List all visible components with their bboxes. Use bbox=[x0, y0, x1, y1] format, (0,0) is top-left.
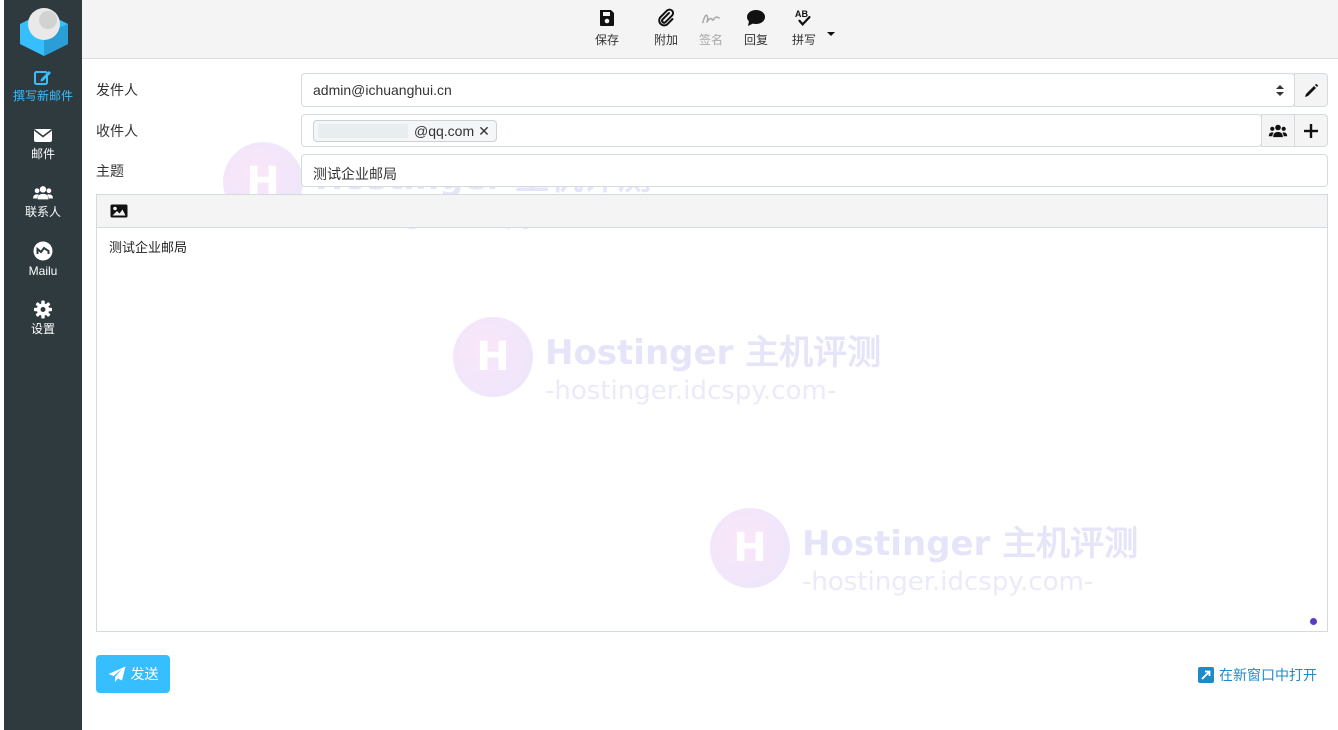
open-new-window-link[interactable]: 在新窗口中打开 bbox=[1198, 665, 1317, 685]
caret-down-icon bbox=[827, 32, 835, 36]
nav-mailu[interactable]: Mailu bbox=[4, 241, 82, 279]
remove-recipient-icon[interactable]: ✕ bbox=[478, 123, 490, 140]
nav-contacts-label: 联系人 bbox=[24, 205, 61, 219]
image-icon bbox=[110, 204, 128, 218]
spellcheck-dropdown-toggle[interactable] bbox=[826, 25, 836, 40]
speech-bubble-icon bbox=[747, 10, 765, 26]
app-logo[interactable] bbox=[18, 4, 70, 56]
recipient-chip: @qq.com ✕ bbox=[313, 120, 497, 142]
to-input[interactable]: @qq.com ✕ bbox=[301, 114, 1262, 147]
spellcheck-label: 拼写 bbox=[791, 33, 816, 47]
spellcheck-button[interactable]: AB 拼写 bbox=[790, 8, 818, 48]
edit-identity-button[interactable] bbox=[1294, 73, 1328, 107]
nav-contacts[interactable]: 联系人 bbox=[4, 184, 82, 220]
nav-settings-label: 设置 bbox=[30, 322, 55, 336]
from-value: admin@ichuanghui.cn bbox=[313, 82, 452, 98]
nav-mailu-label: Mailu bbox=[28, 264, 58, 278]
sidebar: 撰写新邮件 邮件 联系人 Mailu 设置 bbox=[4, 0, 82, 730]
reply-label: 回复 bbox=[743, 33, 768, 47]
resize-indicator bbox=[1310, 618, 1317, 625]
send-label: 发送 bbox=[130, 666, 159, 682]
from-select[interactable]: admin@ichuanghui.cn bbox=[301, 73, 1295, 107]
save-button[interactable]: 保存 bbox=[594, 8, 620, 48]
subject-label: 主题 bbox=[96, 163, 124, 179]
contacts-icon bbox=[1268, 124, 1288, 137]
svg-text:AB: AB bbox=[795, 9, 809, 19]
contacts-icon bbox=[33, 186, 53, 200]
insert-image-button[interactable] bbox=[110, 204, 128, 221]
message-body: 测试企业邮局 bbox=[109, 240, 188, 255]
plus-icon bbox=[1304, 123, 1318, 138]
paper-plane-icon bbox=[108, 666, 125, 682]
signature-icon bbox=[702, 14, 720, 24]
spellcheck-icon: AB bbox=[795, 9, 811, 26]
external-link-icon bbox=[1198, 667, 1214, 683]
nav-mail-label: 邮件 bbox=[30, 147, 55, 161]
save-label: 保存 bbox=[594, 33, 619, 47]
signature-label: 签名 bbox=[698, 33, 723, 47]
nav-mail[interactable]: 邮件 bbox=[4, 126, 82, 162]
save-icon bbox=[600, 10, 614, 26]
reply-button[interactable]: 回复 bbox=[742, 8, 770, 48]
editor-toolbar bbox=[97, 195, 1327, 228]
subject-value: 测试企业邮局 bbox=[313, 166, 397, 182]
pencil-icon bbox=[1304, 83, 1318, 97]
gear-icon bbox=[33, 300, 53, 319]
to-label: 收件人 bbox=[96, 123, 138, 139]
open-new-window-label: 在新窗口中打开 bbox=[1219, 667, 1317, 683]
nav-compose-label: 撰写新邮件 bbox=[12, 89, 73, 103]
paperclip-icon bbox=[658, 8, 675, 27]
attach-button[interactable]: 附加 bbox=[652, 8, 680, 48]
message-editor[interactable]: 测试企业邮局 bbox=[96, 194, 1328, 632]
send-button[interactable]: 发送 bbox=[96, 655, 170, 693]
mailu-icon bbox=[33, 241, 53, 261]
envelope-icon bbox=[34, 129, 52, 142]
compose-icon bbox=[34, 71, 51, 85]
signature-button[interactable]: 签名 bbox=[697, 8, 725, 48]
compose-toolbar: 保存 附加 签名 回复 AB 拼写 bbox=[82, 0, 1338, 59]
sort-arrows-icon bbox=[1276, 85, 1284, 96]
add-header-button[interactable] bbox=[1294, 114, 1328, 147]
from-label: 发件人 bbox=[96, 82, 138, 98]
subject-input[interactable]: 测试企业邮局 bbox=[301, 154, 1328, 187]
add-contact-button[interactable] bbox=[1261, 114, 1295, 147]
nav-settings[interactable]: 设置 bbox=[4, 300, 82, 337]
recipient-address: @qq.com bbox=[414, 123, 475, 139]
attach-label: 附加 bbox=[653, 33, 678, 47]
nav-compose[interactable]: 撰写新邮件 bbox=[4, 68, 82, 104]
masked-address bbox=[318, 124, 408, 138]
